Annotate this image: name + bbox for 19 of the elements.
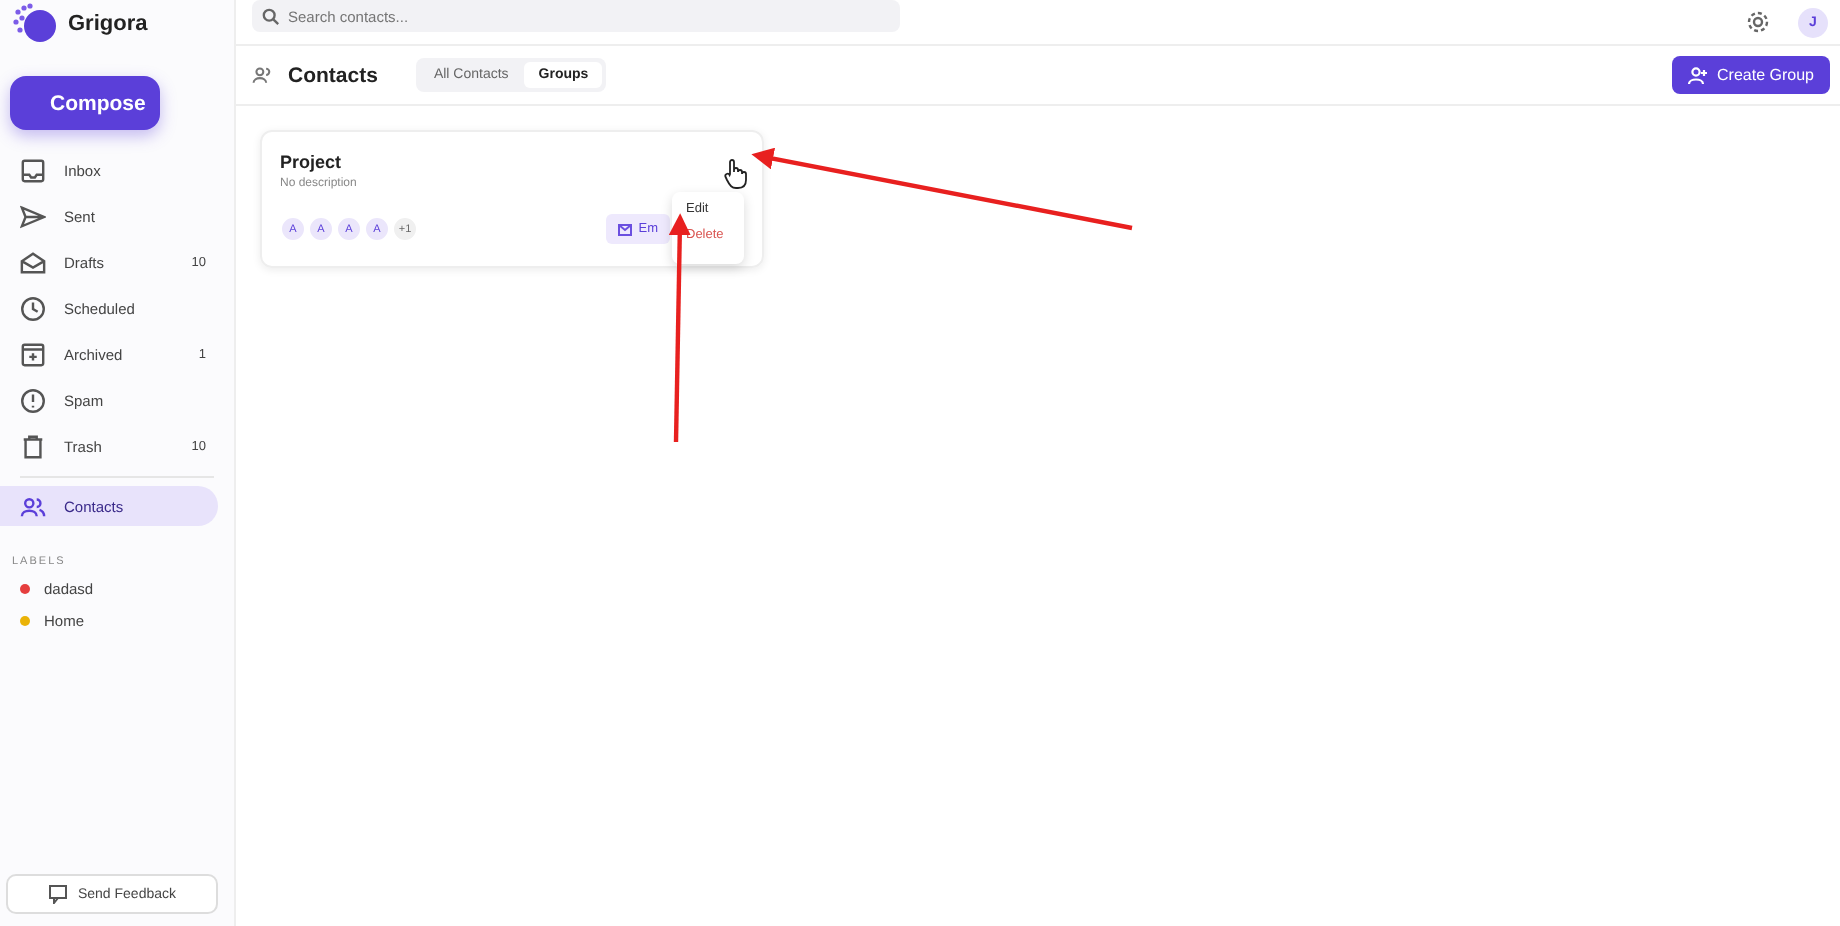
trash-icon	[20, 434, 46, 460]
settings-icon[interactable]	[1746, 10, 1770, 34]
envelope-icon	[20, 250, 46, 276]
mail-icon	[618, 223, 633, 235]
compose-button[interactable]: Compose	[10, 76, 160, 130]
logo-icon	[12, 2, 56, 46]
add-user-icon	[1687, 65, 1708, 85]
inbox-tray-icon	[20, 158, 46, 184]
contacts-icon	[252, 64, 274, 86]
clock-icon	[20, 296, 46, 322]
exclamation-circle-icon	[20, 388, 46, 414]
app-name: Grigora	[68, 12, 148, 36]
people-icon	[20, 493, 46, 519]
create-group-button[interactable]: Create Group	[1671, 56, 1830, 94]
group-name: Project	[280, 152, 344, 172]
message-icon	[47, 884, 68, 904]
page-title: Contacts	[288, 63, 378, 87]
archive-box-icon	[20, 342, 46, 368]
paper-plane-icon	[20, 204, 46, 230]
